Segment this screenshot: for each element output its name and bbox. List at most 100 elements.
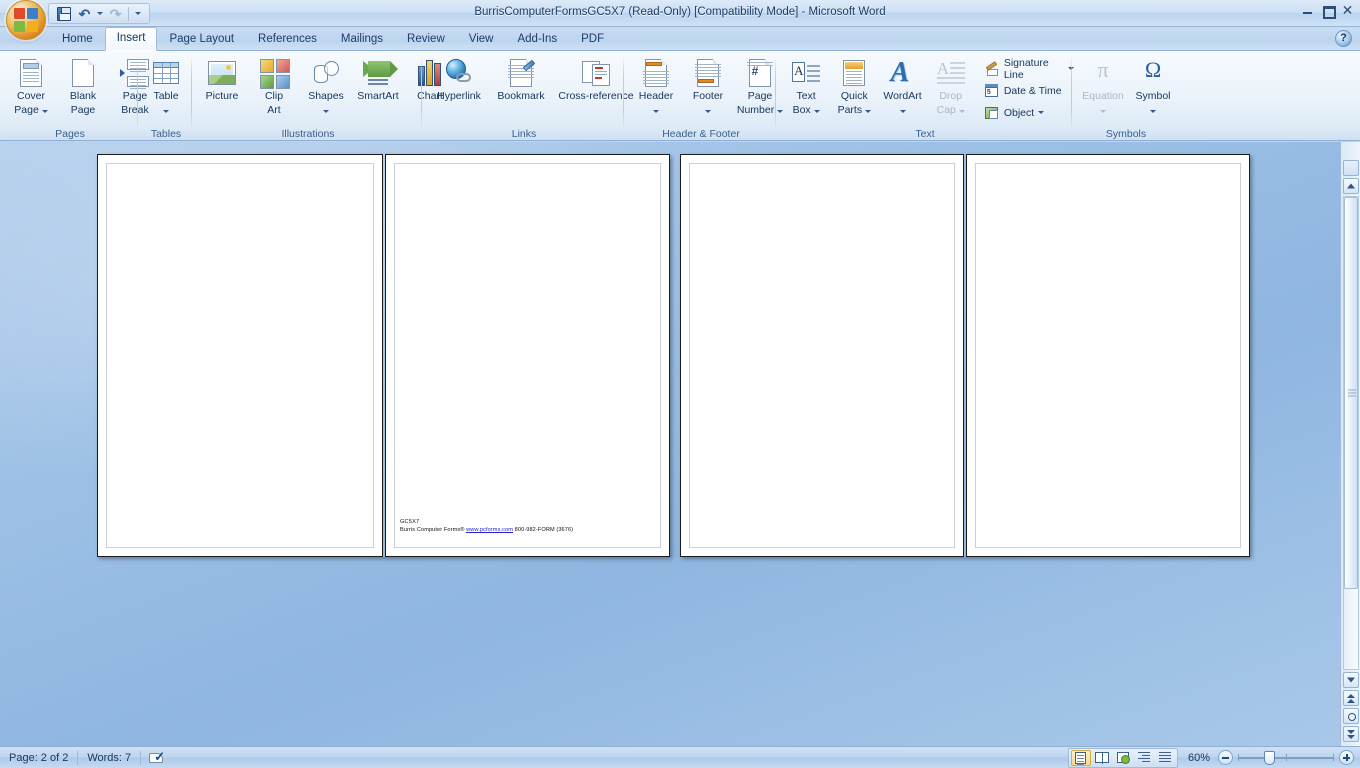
help-icon[interactable]: ? — [1335, 30, 1352, 47]
clip-art-button[interactable]: Clip Art — [248, 53, 300, 125]
wordart-dropdown[interactable] — [899, 105, 906, 117]
ribbon-group-links: Hyperlink Bookmark Cross-reference Links — [424, 51, 634, 141]
minimize-button[interactable] — [1301, 4, 1314, 17]
picture-icon — [206, 57, 238, 89]
page-number-label-1: Page — [747, 90, 773, 102]
scrollbar-thumb[interactable] — [1344, 197, 1358, 589]
header-dropdown[interactable] — [653, 105, 659, 117]
picture-button[interactable]: Picture — [196, 53, 248, 125]
cover-page-label-1: Cover — [16, 90, 45, 102]
signature-line-button[interactable]: Signature Line — [981, 57, 1077, 81]
date-and-time-label: Date & Time — [1003, 84, 1062, 97]
table-icon — [150, 57, 182, 89]
ribbon-group-header-footer: Header Footer # Page Number Header & Foo… — [626, 51, 784, 141]
undo-dropdown[interactable] — [95, 4, 105, 23]
zoom-in-button[interactable] — [1339, 750, 1354, 765]
zoom-slider-thumb[interactable] — [1264, 751, 1275, 765]
page-indicator[interactable]: Page: 2 of 2 — [0, 749, 77, 767]
save-button[interactable] — [53, 4, 74, 23]
zoom-out-button[interactable] — [1218, 750, 1233, 765]
close-button[interactable]: ✕ — [1341, 3, 1354, 17]
object-icon — [984, 105, 1000, 121]
next-page-button[interactable] — [1343, 726, 1359, 742]
proofing-errors-icon[interactable]: ✓ — [149, 750, 169, 766]
tab-references[interactable]: References — [246, 28, 329, 51]
header-button[interactable]: Header — [630, 53, 682, 125]
word-count[interactable]: Words: 7 — [78, 749, 140, 767]
hyperlink-icon — [443, 57, 475, 89]
group-label-symbols: Symbols — [1105, 128, 1147, 140]
zoom-tick — [1238, 754, 1239, 761]
full-screen-reading-icon — [1094, 752, 1109, 764]
pcforms-link[interactable]: www.pcforms.com — [466, 527, 513, 533]
cover-page-button[interactable]: Cover Page — [5, 53, 57, 125]
table-dropdown[interactable] — [163, 105, 169, 117]
split-window-handle[interactable] — [1343, 160, 1359, 176]
window-controls: ✕ — [1301, 3, 1354, 19]
tab-page-layout[interactable]: Page Layout — [157, 28, 246, 51]
text-box-label-1: Text — [796, 90, 816, 102]
quick-access-toolbar: ↶ ↷ — [48, 3, 150, 24]
chevron-down-icon[interactable] — [1038, 111, 1045, 114]
maximize-button[interactable] — [1321, 4, 1336, 19]
tab-home[interactable]: Home — [50, 28, 105, 51]
symbol-button[interactable]: Ω Symbol — [1128, 53, 1178, 125]
zoom-slider[interactable] — [1238, 750, 1334, 765]
table-button[interactable]: Table — [140, 53, 192, 125]
redo-button[interactable]: ↷ — [105, 4, 126, 23]
tab-view[interactable]: View — [457, 28, 506, 51]
scroll-down-button[interactable] — [1343, 672, 1359, 688]
zoom-level[interactable]: 60% — [1178, 752, 1218, 764]
blank-page-button[interactable]: Blank Page — [57, 53, 109, 125]
view-outline-button[interactable] — [1134, 750, 1154, 766]
office-button[interactable] — [6, 0, 46, 40]
smartart-button[interactable]: SmartArt — [352, 53, 404, 125]
document-page-2[interactable]: GC5X7 Burris Computer Forms® www.pcforms… — [385, 154, 670, 557]
view-full-screen-reading-button[interactable] — [1092, 750, 1112, 766]
previous-page-button[interactable] — [1343, 690, 1359, 706]
view-draft-button[interactable] — [1155, 750, 1175, 766]
scroll-up-button[interactable] — [1343, 178, 1359, 194]
document-page-3[interactable] — [680, 154, 964, 557]
wordart-label: WordArt — [883, 90, 922, 102]
ribbon-group-illustrations: Picture Clip Art Shapes SmartArt Chart I… — [194, 51, 443, 141]
hyperlink-label: Hyperlink — [437, 90, 481, 102]
document-canvas[interactable]: GC5X7 Burris Computer Forms® www.pcforms… — [0, 142, 1340, 746]
hyperlink-button[interactable]: Hyperlink — [428, 53, 490, 125]
shapes-label: Shapes — [308, 90, 344, 102]
page-margin-guide — [975, 163, 1241, 548]
shapes-button[interactable]: Shapes — [300, 53, 352, 125]
footer-button[interactable]: Footer — [682, 53, 734, 125]
view-web-layout-button[interactable] — [1113, 750, 1133, 766]
ribbon-group-pages: Cover Page Blank Page Page Break Pages — [2, 51, 149, 141]
bookmark-button[interactable]: Bookmark — [490, 53, 552, 125]
customize-qat-button[interactable] — [131, 4, 145, 23]
symbol-dropdown[interactable] — [1150, 105, 1156, 117]
tab-mailings[interactable]: Mailings — [329, 28, 395, 51]
tab-insert[interactable]: Insert — [104, 27, 158, 51]
view-print-layout-button[interactable] — [1070, 749, 1091, 766]
scrollbar-track[interactable] — [1343, 196, 1359, 670]
chevron-down-icon — [323, 109, 329, 113]
tab-pdf[interactable]: PDF — [569, 28, 616, 51]
tab-add-ins[interactable]: Add-Ins — [505, 28, 569, 51]
page-number-icon: # — [744, 57, 776, 89]
group-separator — [191, 55, 192, 131]
date-time-icon: 5 — [984, 83, 1000, 99]
table-label: Table — [153, 90, 179, 102]
tab-review[interactable]: Review — [395, 28, 457, 51]
select-browse-object-button[interactable] — [1343, 708, 1359, 724]
footer-dropdown[interactable] — [705, 105, 711, 117]
clip-art-label-2: Art — [267, 103, 281, 116]
text-box-button[interactable]: A Text Box — [782, 53, 830, 125]
quick-parts-button[interactable]: Quick Parts — [830, 53, 878, 125]
document-page-1[interactable] — [97, 154, 383, 557]
shapes-dropdown[interactable] — [323, 105, 329, 117]
wordart-button[interactable]: A WordArt — [878, 53, 926, 125]
vertical-scrollbar[interactable] — [1340, 142, 1360, 746]
document-page-4[interactable] — [966, 154, 1250, 557]
undo-button[interactable]: ↶ — [74, 4, 95, 23]
date-and-time-button[interactable]: 5 Date & Time — [981, 81, 1077, 101]
object-button[interactable]: Object — [981, 103, 1077, 123]
outline-icon — [1137, 752, 1150, 763]
